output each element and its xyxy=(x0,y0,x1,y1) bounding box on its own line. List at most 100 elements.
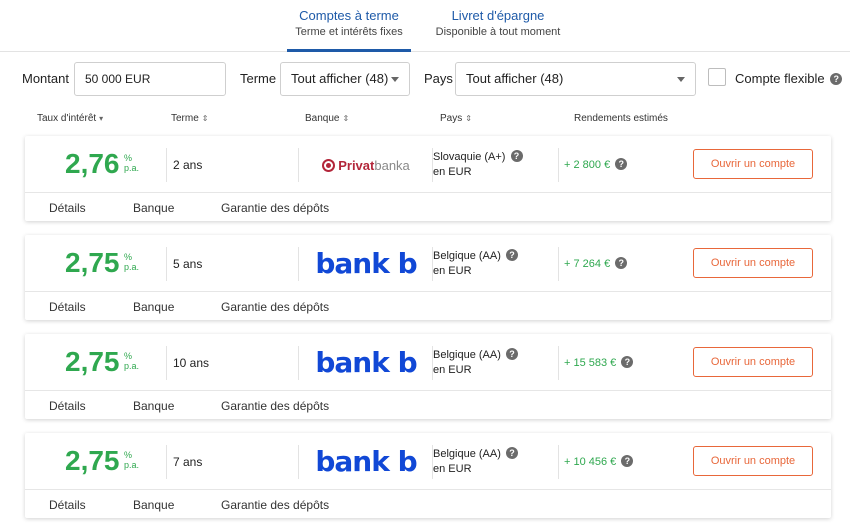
sort-icon: ⇕ xyxy=(201,114,209,123)
chevron-down-icon xyxy=(391,77,399,82)
sort-icon: ⇕ xyxy=(465,114,472,123)
column-header-term-text: Terme xyxy=(171,113,199,124)
bank-logo-bankb[interactable]: bank b xyxy=(299,346,433,380)
deposit-guarantee-link[interactable]: Garantie des dépôts xyxy=(221,498,329,512)
help-icon[interactable]: ? xyxy=(505,249,518,261)
results-column-headers: Taux d'intérêt ▾ Terme ⇕ Banque ⇕ Pays ⇕ Ren… xyxy=(0,113,850,127)
bank-link[interactable]: Banque xyxy=(133,300,174,314)
deposit-guarantee-link[interactable]: Garantie des dépôts xyxy=(221,300,329,314)
estimated-yield-value: + 10 456 € xyxy=(564,456,617,468)
rate-unit-percent: % xyxy=(124,252,133,262)
offer-card-links: Détails Banque Garantie des dépôts xyxy=(25,490,831,518)
details-link[interactable]: Détails xyxy=(49,201,86,215)
column-divider xyxy=(558,247,559,281)
bank-link[interactable]: Banque xyxy=(133,498,174,512)
offer-card-main: 2,76 % p.a. 2 ans Privat banka Slovaquie (… xyxy=(25,136,831,193)
bankb-logo: bank b xyxy=(315,247,417,280)
offer-term: 5 ans xyxy=(173,257,203,271)
bank-logo-bankb[interactable]: bank b xyxy=(299,445,433,479)
open-account-button[interactable]: Ouvrir un compte xyxy=(693,149,813,179)
column-divider xyxy=(558,148,559,182)
help-icon[interactable]: ? xyxy=(830,73,843,85)
rate-unit: % p.a. xyxy=(124,351,139,371)
rate-unit: % p.a. xyxy=(124,252,139,272)
column-header-yield: Rendements estimés xyxy=(574,113,668,124)
help-icon[interactable]: ? xyxy=(505,447,518,459)
estimated-yield-value: + 7 264 € xyxy=(564,258,611,270)
column-header-country[interactable]: Pays ⇕ xyxy=(440,113,472,124)
offer-currency: en EUR xyxy=(433,166,472,178)
bank-link[interactable]: Banque xyxy=(133,201,174,215)
help-icon[interactable]: ? xyxy=(510,150,523,162)
rate-unit-percent: % xyxy=(124,351,133,361)
amount-label: Montant xyxy=(22,71,69,86)
offer-country-name: Belgique (AA) xyxy=(433,349,501,361)
open-account-button[interactable]: Ouvrir un compte xyxy=(693,347,813,377)
column-divider xyxy=(166,148,167,182)
help-icon[interactable]: ? xyxy=(505,348,518,360)
rate-unit-percent: % xyxy=(124,153,133,163)
column-header-rate-text: Taux d'intérêt xyxy=(37,113,97,124)
offer-term: 10 ans xyxy=(173,356,210,370)
offer-card-main: 2,75 % p.a. 10 ans bank b Belgique (AA) ?… xyxy=(25,334,831,391)
offer-card-links: Détails Banque Garantie des dépôts xyxy=(25,292,831,320)
estimated-yield-value: + 2 800 € xyxy=(564,159,611,171)
deposit-guarantee-link[interactable]: Garantie des dépôts xyxy=(221,201,329,215)
estimated-yield: + 15 583 € ? xyxy=(564,356,634,369)
tab-savings-account[interactable]: Livret d'épargne Disponible à tout momen… xyxy=(430,8,566,39)
flexible-account-checkbox[interactable] xyxy=(708,68,726,86)
column-divider xyxy=(166,445,167,479)
product-tabs: Comptes à terme Terme et intérêts fixes … xyxy=(0,0,850,52)
offer-country-name: Belgique (AA) xyxy=(433,250,501,262)
bankb-logo: bank b xyxy=(315,346,417,379)
column-header-bank-text: Banque xyxy=(305,113,340,124)
tab-term-deposits[interactable]: Comptes à terme Terme et intérêts fixes xyxy=(287,8,411,52)
open-account-button[interactable]: Ouvrir un compte xyxy=(693,446,813,476)
estimated-yield: + 7 264 € ? xyxy=(564,257,628,270)
tab-term-deposits-subtitle: Terme et intérêts fixes xyxy=(295,26,403,38)
interest-rate: 2,75 xyxy=(65,445,120,476)
offer-country: Slovaquie (A+) ? en EUR xyxy=(433,150,523,180)
details-link[interactable]: Détails xyxy=(49,498,86,512)
column-header-country-text: Pays xyxy=(440,113,463,124)
offer-card-main: 2,75 % p.a. 5 ans bank b Belgique (AA) ? e… xyxy=(25,235,831,292)
flexible-account-label: Compte flexible ? xyxy=(735,71,843,86)
estimated-yield: + 2 800 € ? xyxy=(564,158,628,171)
rate-unit: % p.a. xyxy=(124,153,139,173)
offer-card: 2,75 % p.a. 10 ans bank b Belgique (AA) ?… xyxy=(25,334,831,419)
column-header-term[interactable]: Terme ⇕ xyxy=(171,113,209,124)
bank-logo-bankb[interactable]: bank b xyxy=(299,247,433,281)
sort-desc-icon: ▾ xyxy=(99,114,104,123)
privatbanka-mark-icon xyxy=(322,158,336,172)
interest-rate: 2,75 xyxy=(65,346,120,377)
filter-bar: Montant 50 000 EUR Terme Tout afficher (… xyxy=(0,62,850,98)
interest-rate: 2,75 xyxy=(65,247,120,278)
details-link[interactable]: Détails xyxy=(49,300,86,314)
offer-country-name: Slovaquie (A+) xyxy=(433,151,506,163)
country-select-value: Tout afficher (48) xyxy=(466,71,564,86)
bank-link[interactable]: Banque xyxy=(133,399,174,413)
help-icon[interactable]: ? xyxy=(615,158,628,170)
privatbanka-logo-part-2: banka xyxy=(374,157,410,173)
bank-logo-privatbanka[interactable]: Privat banka xyxy=(299,148,433,182)
details-link[interactable]: Détails xyxy=(49,399,86,413)
column-header-rate[interactable]: Taux d'intérêt ▾ xyxy=(37,113,103,124)
rate-unit: % p.a. xyxy=(124,450,139,470)
offer-country-name: Belgique (AA) xyxy=(433,448,501,460)
offer-term: 2 ans xyxy=(173,158,203,172)
help-icon[interactable]: ? xyxy=(615,257,628,269)
offer-card-main: 2,75 % p.a. 7 ans bank b Belgique (AA) ? e… xyxy=(25,433,831,490)
amount-input[interactable]: 50 000 EUR xyxy=(74,62,226,96)
offer-card: 2,75 % p.a. 5 ans bank b Belgique (AA) ? e… xyxy=(25,235,831,320)
open-account-button[interactable]: Ouvrir un compte xyxy=(693,248,813,278)
column-header-bank[interactable]: Banque ⇕ xyxy=(305,113,349,124)
privatbanka-logo: Privat banka xyxy=(322,158,410,173)
help-icon[interactable]: ? xyxy=(621,356,634,368)
deposit-guarantee-link[interactable]: Garantie des dépôts xyxy=(221,399,329,413)
column-divider xyxy=(166,247,167,281)
country-label: Pays xyxy=(424,71,453,86)
country-select[interactable]: Tout afficher (48) xyxy=(455,62,696,96)
help-icon[interactable]: ? xyxy=(621,455,634,467)
rate-unit-percent: % xyxy=(124,450,133,460)
term-select[interactable]: Tout afficher (48) xyxy=(280,62,410,96)
